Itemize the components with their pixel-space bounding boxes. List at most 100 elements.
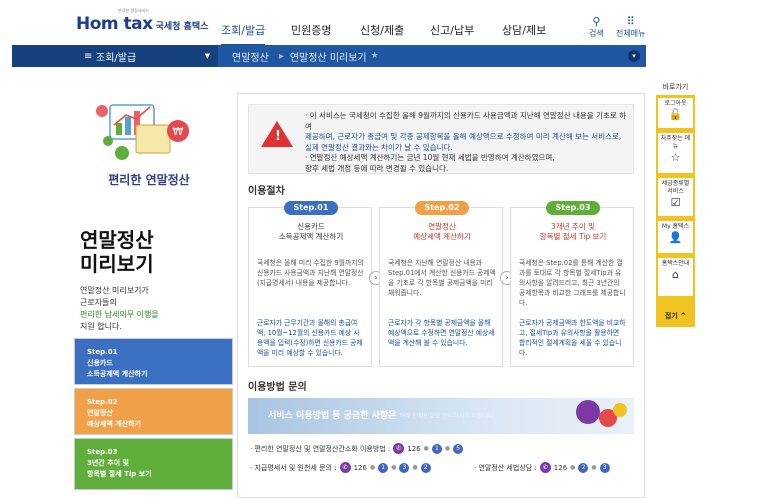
left-step-01-button[interactable]: Step.01 신용카드 소득공제액 계산하기: [74, 338, 233, 385]
breadcrumb-section-label: 조회/발급: [96, 52, 137, 64]
nav-civil-certificate[interactable]: 민원증명: [291, 22, 331, 38]
menu-number-badge: 1: [378, 462, 389, 473]
caret-down-icon: ▼: [204, 52, 210, 60]
card-2-title-2: 예상세액 계산하기: [413, 232, 471, 241]
all-menu-button[interactable]: ⠿ 전체메뉴: [616, 16, 645, 39]
breadcrumb-caret-icon: ▸: [278, 50, 284, 62]
nav-consult-report[interactable]: 상담/제보: [502, 22, 546, 38]
banner-sub-text: 아래 전화번호로 문의하시기 바랍니다.: [399, 413, 496, 420]
quick-guide-label: 홈택스안내: [661, 260, 690, 267]
nav-report-pay[interactable]: 신고/납부: [430, 22, 474, 38]
main-content: ! · 이 서비스는 국세청이 수집한 올해 9월까지의 신용카드 사용금액과 …: [237, 93, 645, 498]
contact-line-1-label: · 편리한 연말정산 및 연말정산간소화 이용방법 :: [250, 444, 391, 453]
page-title-line-1: 연말정산: [80, 228, 154, 252]
left-panel: ₩ 편리한 연말정산 연말정산 미리보기 연말정산 미리보기가 근로자들의 편리…: [74, 95, 234, 331]
search-button[interactable]: ⚲ 검색: [589, 16, 604, 39]
inquiry-banner: 서비스 이용방법 등 궁금한 사항은 아래 전화번호로 문의하시기 바랍니다.: [248, 398, 634, 434]
promo-title: 편리한 연말정산: [108, 173, 190, 187]
step-03-text-2: 항목별 절세 Tip 보기: [87, 470, 152, 478]
notice-text: · 이 서비스는 국세청이 수집한 올해 9월까지의 신용카드 사용금액과 지난…: [305, 111, 631, 174]
quick-logout[interactable]: 로그아웃 🔓: [658, 98, 693, 128]
star-icon[interactable]: ★: [371, 51, 379, 61]
lock-icon: 🔓: [668, 108, 683, 121]
quick-frequent-label: 자주찾는 메뉴: [660, 135, 691, 150]
card-3-title: 3개년 추이 및 항목별 절세 Tip 보기: [517, 222, 629, 242]
left-step-02-button[interactable]: Step.02 연말정산 예상세액 계산하기: [74, 388, 233, 435]
quick-my-hometax[interactable]: My 홈택스 👤: [658, 221, 693, 253]
contact-line-2: · 지급명세서 및 원천세 문의 : ✆ 126 ● 1 ● 3 ● 2: [250, 462, 431, 473]
quick-hometax-guide[interactable]: 홈택스안내 ⌂: [658, 258, 693, 296]
page-description: 연말정산 미리보기가 근로자들의 편리한 납세의무 이행을 지원 합니다.: [80, 285, 230, 333]
logo-sub-text: 국세청 홈택스: [155, 22, 209, 32]
logo-tiny-text: 안녕한 걸림서비스: [118, 8, 149, 13]
phone-icon: ✆: [339, 462, 351, 473]
banner-text: 서비스 이용방법 등 궁금한 사항은 아래 전화번호로 문의하시기 바랍니다.: [268, 408, 496, 421]
star-outline-icon: ☆: [670, 151, 681, 164]
breadcrumb-item-preview[interactable]: 연말정산 미리보기 ★: [290, 49, 379, 64]
step-03-label: Step.03: [87, 448, 118, 456]
separator-dot: ●: [570, 464, 576, 471]
notice-line-5: 향후 세법 개정 등에 따라 변경될 수 있습니다.: [305, 163, 449, 173]
left-step-03-button[interactable]: Step.03 3년간 추이 및 항목별 절세 Tip 보기: [74, 438, 233, 490]
banner-main-text: 서비스 이용방법 등 궁금한 사항은: [268, 411, 397, 421]
quick-links-panel: 바로가기 로그아웃 🔓 자주찾는 메뉴 ☆ 세금종류별 서비스 ☑ My 홈택스…: [656, 83, 695, 327]
contact-line-1: · 편리한 연말정산 및 연말정산간소화 이용방법 : ✆ 126 ● 1 ● …: [250, 443, 464, 454]
page-title-line-2: 미리보기: [80, 252, 154, 276]
menu-number-badge: 1: [431, 443, 442, 454]
quick-collapse-button[interactable]: 접기 ^: [656, 309, 695, 323]
separator-dot: ●: [369, 464, 376, 471]
grid-menu-icon: ⠿: [626, 15, 635, 28]
card-1-title-1: 신용카드: [297, 222, 325, 231]
page-title: 연말정산 미리보기: [80, 228, 240, 276]
nav-apply-submit[interactable]: 신청/제출: [360, 22, 404, 38]
quick-tax-service[interactable]: 세금종류별 서비스 ☑: [658, 178, 693, 216]
contact-line-3-label: · 연말정산 세법상담 :: [474, 463, 537, 472]
phone-icon: ✆: [393, 443, 405, 454]
top-header: 안녕한 걸림서비스 Hom tax 국세청 홈택스 조회/발급 민원증명 신청/…: [0, 0, 762, 46]
breadcrumb-item-yearend[interactable]: 연말정산 ▸: [232, 49, 290, 64]
contact-line-2-number: 126: [353, 463, 367, 472]
search-label: 검색: [589, 29, 604, 38]
step-03-text: 3년간 추이 및: [87, 459, 129, 467]
quick-links-heading: 바로가기: [662, 83, 689, 91]
menu-number-badge: 5: [453, 443, 464, 454]
document-icon: ☑: [670, 196, 681, 209]
desc-line-2: 근로자들의: [80, 298, 117, 307]
card-1-title: 신용카드 소득공제액 계산하기: [255, 222, 367, 242]
quick-my-hometax-label: My 홈택스: [661, 223, 690, 230]
menu-number-badge: 3: [599, 462, 610, 473]
notice-line-1: · 이 서비스는 국세청이 수집한 올해 9월까지의 신용카드 사용금액과 지난…: [305, 111, 627, 131]
breadcrumb-section[interactable]: ≡ 조회/발급 ▼: [12, 45, 218, 67]
notice-box: ! · 이 서비스는 국세청이 수집한 올해 9월까지의 신용카드 사용금액과 …: [248, 104, 634, 174]
separator-dot: ●: [391, 464, 397, 471]
step-01-label: Step.01: [87, 348, 118, 356]
card-1-badge: Step.01: [284, 201, 338, 215]
step-01-text-2: 소득공제액 계산하기: [87, 370, 148, 378]
card-2-title: 연말정산 예상세액 계산하기: [386, 222, 498, 242]
separator-dot: ●: [444, 445, 451, 452]
quick-frequent-menu[interactable]: 자주찾는 메뉴 ☆: [658, 133, 693, 173]
step-02-text: 연말정산: [87, 409, 113, 417]
inquiry-heading: 이용방법 문의: [248, 382, 307, 393]
warning-exclamation: !: [275, 129, 281, 144]
card-3-badge: Step.03: [546, 201, 600, 215]
contact-line-1-number: 126: [407, 444, 421, 453]
yearend-illustration: ₩: [92, 95, 212, 165]
card-3-body: 국세청은 Step.02를 통해 계산한 결과를 토대로 각 항목별 절세Tip…: [519, 259, 626, 307]
quick-tax-service-label: 세금종류별 서비스: [661, 180, 690, 195]
notice-line-3: 실제 연말정산 결과와는 차이가 날 수 있습니다.: [305, 142, 453, 152]
notice-line-4: · 연말정산 예상세액 계산하기는 금년 10월 현재 세법을 반영하여 계산하…: [305, 153, 555, 162]
step-02-label: Step.02: [87, 398, 118, 406]
desc-line-1: 연말정산 미리보기가: [80, 286, 149, 295]
separator-dot: ●: [423, 445, 429, 452]
all-menu-label: 전체메뉴: [616, 29, 646, 38]
breadcrumb-expand-icon[interactable]: ▾: [628, 50, 640, 62]
procedure-card-3: Step.03 3개년 추이 및 항목별 절세 Tip 보기 국세청은 Step…: [510, 201, 634, 367]
contact-line-3-number: 126: [553, 463, 568, 472]
hometax-logo[interactable]: 안녕한 걸림서비스 Hom tax 국세청 홈택스: [76, 8, 209, 34]
nav-lookup-issue[interactable]: 조회/발급: [221, 22, 266, 46]
contact-line-3: · 연말정산 세법상담 : ✆ 126 ● 2 ● 3: [474, 462, 610, 473]
step-01-text: 신용카드: [87, 359, 113, 367]
logo-main-text: Hom tax: [76, 14, 153, 34]
procedure-heading: 이용절차: [248, 186, 285, 197]
